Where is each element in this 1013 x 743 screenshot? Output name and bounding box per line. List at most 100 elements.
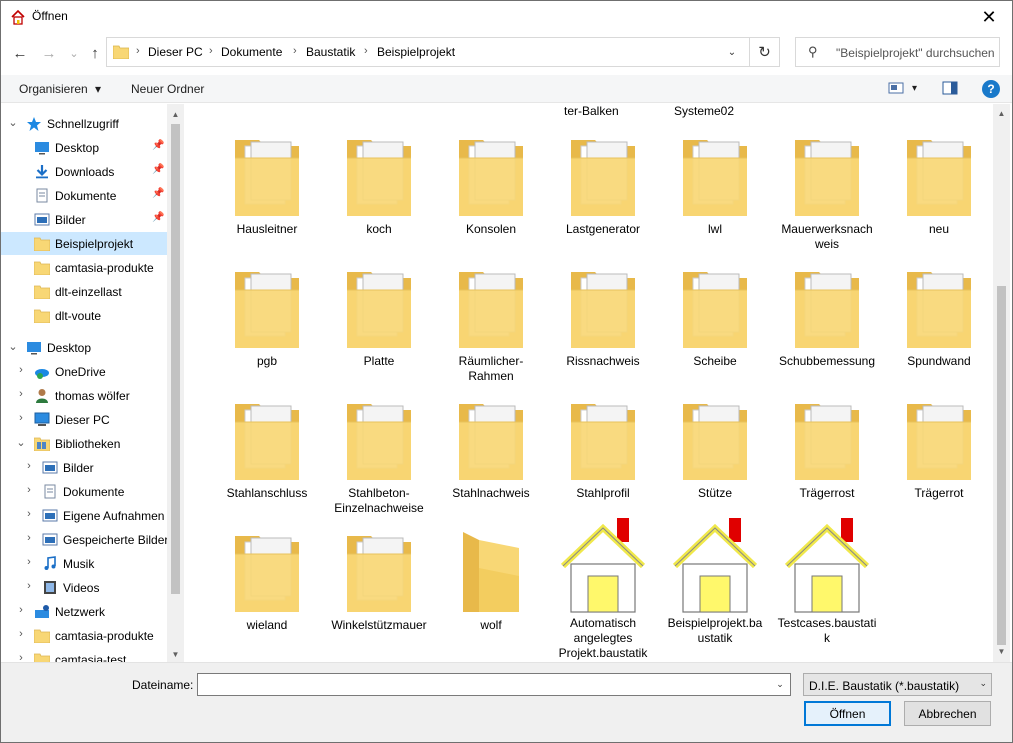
sidebar-item-dlt-voute[interactable]: dlt-voute <box>1 304 167 327</box>
folder-item[interactable]: Schubbemessung <box>777 264 877 369</box>
folder-item[interactable]: Stahlbeton-Einzelnachweise <box>329 396 429 516</box>
filename-dropdown-button[interactable]: ⌄ <box>770 674 790 695</box>
filename-input[interactable]: ⌄ <box>197 673 791 696</box>
open-button[interactable]: Öffnen <box>804 701 891 726</box>
preview-pane-button[interactable] <box>942 81 958 98</box>
content-scroll-thumb[interactable] <box>997 286 1006 645</box>
file-item[interactable]: Automatisch angelegtes Projekt.baustatik <box>553 516 653 661</box>
content-scroll-down[interactable]: ▼ <box>993 643 1010 660</box>
folder-item[interactable]: Konsolen <box>441 132 541 237</box>
expand-chevron-icon[interactable]: › <box>23 556 35 568</box>
filetype-select[interactable]: D.I.E. Baustatik (*.baustatik) ⌄ <box>803 673 992 696</box>
refresh-button[interactable]: ↻ <box>749 38 779 66</box>
content-scroll-up[interactable]: ▲ <box>993 105 1010 122</box>
crumb-baustatik[interactable]: Baustatik <box>306 45 355 59</box>
sidebar-item-desktop[interactable]: Desktop 📌 <box>1 136 167 159</box>
sidebar-item-bilder[interactable]: › Bilder <box>1 456 167 479</box>
folder-item[interactable]: neu <box>889 132 989 237</box>
sidebar-scroll-down[interactable]: ▼ <box>167 646 184 662</box>
expand-chevron-icon[interactable]: › <box>23 580 35 592</box>
partial-item-label[interactable]: Systeme02 <box>674 104 734 118</box>
back-button[interactable]: ← <box>10 43 30 63</box>
folder-item[interactable]: koch <box>329 132 429 237</box>
close-button[interactable]: ✕ <box>966 1 1012 33</box>
crumb-dokumente[interactable]: Dokumente <box>221 45 282 59</box>
sidebar-item-musik[interactable]: › Musik <box>1 552 167 575</box>
expand-chevron-icon[interactable]: › <box>15 388 27 400</box>
folder-item[interactable]: Stahlprofil <box>553 396 653 501</box>
expand-chevron-icon[interactable]: › <box>15 604 27 616</box>
expand-chevron-icon[interactable]: › <box>23 484 35 496</box>
up-button[interactable]: ↑ <box>85 43 105 63</box>
folder-item[interactable]: Stütze <box>665 396 765 501</box>
partial-item-label[interactable]: ter-Balken <box>564 104 619 118</box>
file-item[interactable]: Testcases.baustatik <box>777 516 877 646</box>
sidebar-item-eigene-aufnahmen[interactable]: › Eigene Aufnahmen <box>1 504 167 527</box>
folder-item[interactable]: Trägerrot <box>889 396 989 501</box>
folder-item[interactable]: Hausleitner <box>217 132 317 237</box>
sidebar-item-camtasia-produkte[interactable]: › camtasia-produkte <box>1 624 167 647</box>
folder-item[interactable]: Räumlicher-Rahmen <box>441 264 541 384</box>
new-folder-button[interactable]: Neuer Ordner <box>131 82 204 96</box>
sidebar-item-dlt-einzellast[interactable]: dlt-einzellast <box>1 280 167 303</box>
sidebar-item-dieser-pc[interactable]: › Dieser PC <box>1 408 167 431</box>
expand-chevron-icon[interactable]: ⌄ <box>15 436 27 449</box>
expand-chevron-icon[interactable]: › <box>23 460 35 472</box>
crumb-separator: › <box>364 45 368 57</box>
folder-item[interactable]: Winkelstützmauer <box>329 528 429 633</box>
expand-chevron-icon[interactable]: › <box>15 364 27 376</box>
sidebar-scroll-thumb[interactable] <box>171 124 180 594</box>
folder-item[interactable]: lwl <box>665 132 765 237</box>
sidebar-item-onedrive[interactable]: › OneDrive <box>1 360 167 383</box>
cancel-button[interactable]: Abbrechen <box>904 701 991 726</box>
folder-item[interactable]: Spundwand <box>889 264 989 369</box>
folder-item[interactable]: Platte <box>329 264 429 369</box>
expand-chevron-icon[interactable]: ⌄ <box>7 116 19 129</box>
sidebar-item-bilder[interactable]: Bilder 📌 <box>1 208 167 231</box>
folder-item[interactable]: Rissnachweis <box>553 264 653 369</box>
sidebar-item-videos[interactable]: › Videos <box>1 576 167 599</box>
folder-item[interactable]: Lastgenerator <box>553 132 653 237</box>
sidebar-item-dokumente[interactable]: › Dokumente <box>1 480 167 503</box>
file-item[interactable]: Beispielprojekt.baustatik <box>665 516 765 646</box>
folder-item[interactable]: Scheibe <box>665 264 765 369</box>
expand-chevron-icon[interactable]: › <box>15 628 27 640</box>
expand-chevron-icon[interactable]: › <box>23 532 35 544</box>
folder-item[interactable]: Trägerrost <box>777 396 877 501</box>
folder-item[interactable]: wieland <box>217 528 317 633</box>
expand-chevron-icon[interactable]: › <box>15 652 27 662</box>
sidebar-item-camtasia-test[interactable]: › camtasia-test <box>1 648 167 662</box>
forward-button[interactable]: → <box>39 43 59 63</box>
sidebar-item-bibliotheken[interactable]: ⌄ Bibliotheken <box>1 432 167 455</box>
expand-chevron-icon[interactable]: › <box>15 412 27 424</box>
change-view-button[interactable] <box>888 81 904 98</box>
sidebar-item-beispielprojekt[interactable]: Beispielprojekt <box>1 232 167 255</box>
sidebar-item-camtasia-produkte[interactable]: camtasia-produkte <box>1 256 167 279</box>
view-options-dropdown[interactable]: ▾ <box>912 83 917 94</box>
sidebar-scroll-up[interactable]: ▲ <box>167 106 184 123</box>
sidebar-item-downloads[interactable]: Downloads 📌 <box>1 160 167 183</box>
search-box[interactable]: ⚲ "Beispielprojekt" durchsuchen <box>795 37 1000 67</box>
sidebar-item-gespeicherte-bilder[interactable]: › Gespeicherte Bilder <box>1 528 168 551</box>
folder-item[interactable]: wolf <box>441 528 541 633</box>
organize-button[interactable]: Organisieren ▾ <box>19 82 101 96</box>
folder-icon <box>33 652 51 662</box>
sidebar-item-desktop[interactable]: ⌄ Desktop <box>1 336 167 359</box>
address-bar[interactable]: › Dieser PC › Dokumente › Baustatik › Be… <box>106 37 780 67</box>
sidebar-item-netzwerk[interactable]: › Netzwerk <box>1 600 167 623</box>
sidebar-item-schnellzugriff[interactable]: ⌄ Schnellzugriff <box>1 112 167 135</box>
folder-item[interactable]: Stahlnachweis <box>441 396 541 501</box>
expand-chevron-icon[interactable]: › <box>23 508 35 520</box>
help-button[interactable]: ? <box>982 80 1000 98</box>
crumb-dieser-pc[interactable]: Dieser PC <box>148 45 203 59</box>
sidebar-item-thomas-wölfer[interactable]: › thomas wölfer <box>1 384 167 407</box>
folder-item[interactable]: pgb <box>217 264 317 369</box>
recent-locations-button[interactable]: ⌄ <box>64 43 84 63</box>
item-name: neu <box>928 222 950 236</box>
sidebar-item-dokumente[interactable]: Dokumente 📌 <box>1 184 167 207</box>
expand-chevron-icon[interactable]: ⌄ <box>7 340 19 353</box>
folder-item[interactable]: Stahlanschluss <box>217 396 317 501</box>
address-dropdown-button[interactable]: ⌄ <box>719 38 745 66</box>
crumb-beispielprojekt[interactable]: Beispielprojekt <box>377 45 455 59</box>
folder-item[interactable]: Mauerwerksnachweis <box>777 132 877 252</box>
